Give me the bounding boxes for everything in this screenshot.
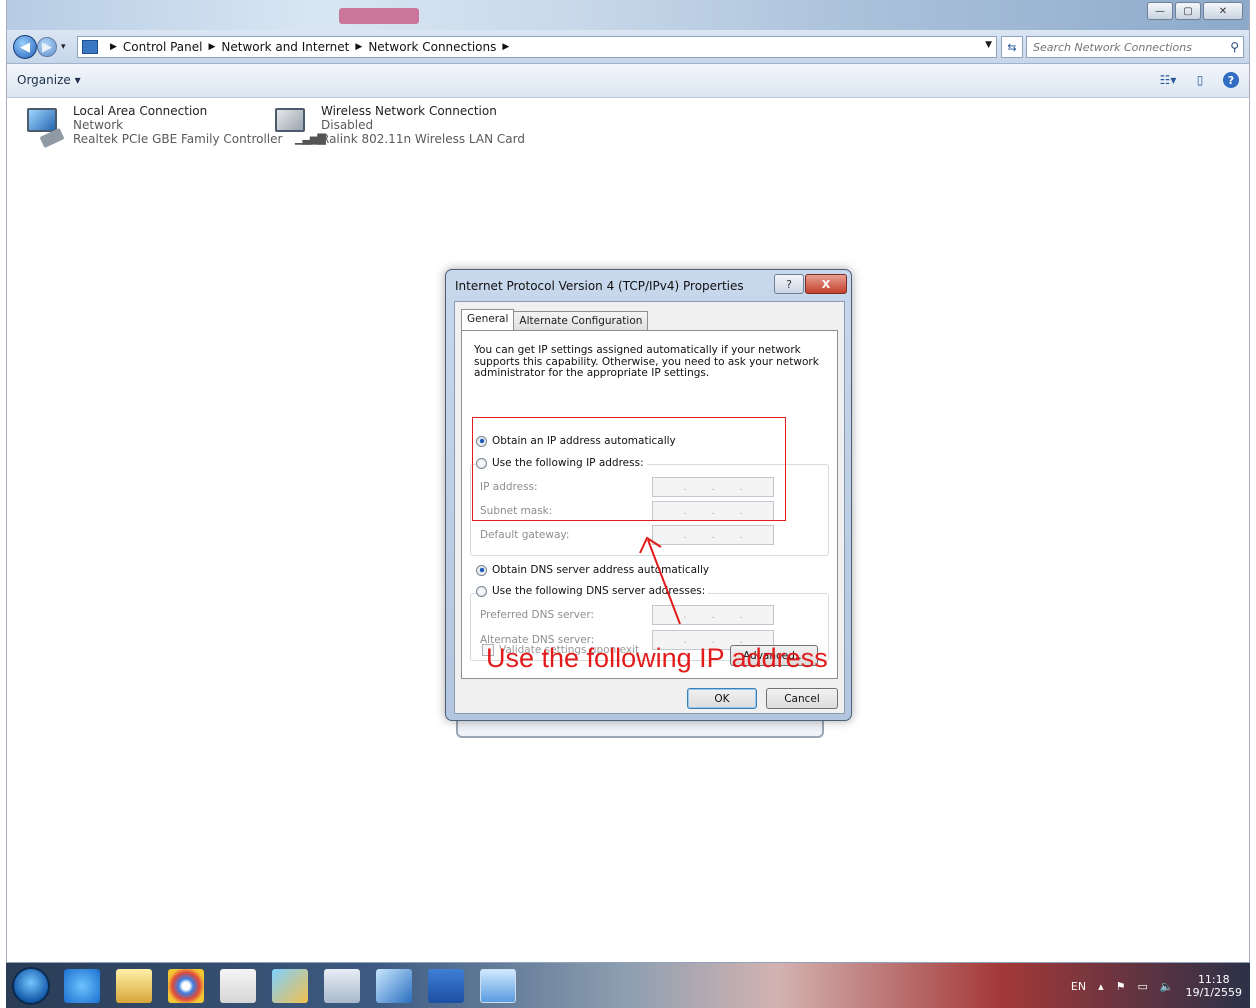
wireless-network-icon: ▁▃▅▇ xyxy=(271,104,326,148)
connection-adapter: Realtek PCIe GBE Family Controller xyxy=(73,132,283,146)
cancel-button[interactable]: Cancel xyxy=(766,688,838,709)
breadcrumb-arrow-icon[interactable]: ▶ xyxy=(502,42,509,52)
search-icon[interactable]: ⚲ xyxy=(1230,40,1239,54)
help-icon[interactable]: ? xyxy=(1223,72,1239,88)
default-gateway-label: Default gateway: xyxy=(480,529,570,541)
connection-local-area[interactable]: Local Area Connection Network Realtek PC… xyxy=(23,104,282,149)
maximize-button[interactable]: ▢ xyxy=(1175,2,1201,20)
control-panel-icon xyxy=(82,40,98,54)
address-bar[interactable]: ▶ Control Panel ▶ Network and Internet ▶… xyxy=(77,36,997,58)
connection-adapter: Ralink 802.11n Wireless LAN Card xyxy=(321,132,525,146)
preferred-dns-label: Preferred DNS server: xyxy=(480,609,595,621)
pdf-reader-icon[interactable] xyxy=(220,969,256,1003)
change-view-icon[interactable]: ☷▾ xyxy=(1159,71,1177,89)
radio-selected-icon xyxy=(476,564,487,576)
clock-time: 11:18 xyxy=(1197,973,1230,986)
blurred-title-tab xyxy=(339,8,419,24)
control-panel-taskbar-icon[interactable] xyxy=(480,969,516,1003)
network-tray-icon[interactable]: ⚑ xyxy=(1116,980,1126,993)
address-dropdown-icon[interactable]: ▼ xyxy=(985,40,992,50)
use-dns-label: Use the following DNS server addresses: xyxy=(492,585,706,597)
title-bar: — ▢ ✕ xyxy=(7,0,1249,30)
preview-pane-icon[interactable]: ▯ xyxy=(1191,71,1209,89)
connection-wireless[interactable]: ▁▃▅▇ Wireless Network Connection Disable… xyxy=(271,104,525,148)
dialog-help-button[interactable]: ? xyxy=(774,274,804,294)
tab-general[interactable]: General xyxy=(461,309,515,330)
obtain-dns-label: Obtain DNS server address automatically xyxy=(492,564,710,576)
tab-alternate-configuration[interactable]: Alternate Configuration xyxy=(513,311,649,330)
taskbar: EN ▴ ⚑ ▭ 🔈 11:18 19/1/2559 xyxy=(6,962,1250,1008)
wired-network-icon xyxy=(23,104,65,149)
word-icon[interactable] xyxy=(428,969,464,1003)
intro-text: You can get IP settings assigned automat… xyxy=(474,344,819,379)
file-explorer-icon[interactable] xyxy=(116,969,152,1003)
minimize-button[interactable]: — xyxy=(1147,2,1173,20)
connection-name: Local Area Connection xyxy=(73,104,208,118)
show-hidden-icons-icon[interactable]: ▴ xyxy=(1098,980,1104,993)
installer-icon[interactable] xyxy=(324,969,360,1003)
breadcrumb-network-internet[interactable]: Network and Internet xyxy=(221,40,349,54)
connection-status: Disabled xyxy=(321,118,374,132)
search-box[interactable]: ⚲ xyxy=(1026,36,1244,58)
language-indicator[interactable]: EN xyxy=(1071,980,1086,993)
breadcrumb-arrow-icon[interactable]: ▶ xyxy=(355,42,362,52)
breadcrumb: ▶ Control Panel ▶ Network and Internet ▶… xyxy=(104,40,515,54)
connection-status: Network xyxy=(73,118,124,132)
breadcrumb-arrow-icon[interactable]: ▶ xyxy=(110,42,117,52)
back-arrow-icon[interactable]: ◀ xyxy=(13,35,37,59)
address-row: ◀ ▶ ▾ ▶ Control Panel ▶ Network and Inte… xyxy=(7,30,1249,64)
radio-unselected-icon xyxy=(476,585,487,597)
default-gateway-input[interactable]: ... xyxy=(652,525,774,545)
command-bar: Organize ▾ ☷▾ ▯ ? xyxy=(7,64,1249,98)
refresh-icon[interactable]: ⇆ xyxy=(1001,36,1023,58)
window-controls: — ▢ ✕ xyxy=(1147,2,1243,20)
chrome-icon[interactable] xyxy=(168,969,204,1003)
paint-icon[interactable] xyxy=(272,969,308,1003)
tab-strip: General Alternate Configuration xyxy=(461,309,649,330)
annotation-label: Use the following IP address xyxy=(486,643,828,673)
use-dns-radio[interactable]: Use the following DNS server addresses: xyxy=(476,585,709,597)
clock[interactable]: 11:18 19/1/2559 xyxy=(1186,973,1242,999)
action-center-icon[interactable]: ▭ xyxy=(1137,980,1147,993)
start-orb-icon[interactable] xyxy=(12,967,50,1005)
breadcrumb-arrow-icon[interactable]: ▶ xyxy=(209,42,216,52)
dialog-title: Internet Protocol Version 4 (TCP/IPv4) P… xyxy=(455,279,744,293)
forward-arrow-icon[interactable]: ▶ xyxy=(37,37,57,57)
recent-pages-chevron-icon[interactable]: ▾ xyxy=(61,42,66,52)
network-tool-icon[interactable] xyxy=(376,969,412,1003)
annotation-highlight-box xyxy=(472,417,786,521)
system-tray: EN ▴ ⚑ ▭ 🔈 11:18 19/1/2559 xyxy=(1071,973,1242,999)
internet-explorer-icon[interactable] xyxy=(64,969,100,1003)
organize-menu[interactable]: Organize ▾ xyxy=(17,73,81,87)
preferred-dns-input[interactable]: ... xyxy=(652,605,774,625)
view-controls: ☷▾ ▯ ? xyxy=(1159,71,1239,89)
connection-details: Local Area Connection Network Realtek PC… xyxy=(73,104,282,148)
search-input[interactable] xyxy=(1027,37,1217,57)
ok-button[interactable]: OK xyxy=(687,688,757,709)
obtain-dns-radio[interactable]: Obtain DNS server address automatically xyxy=(476,564,713,576)
close-button[interactable]: ✕ xyxy=(1203,2,1243,20)
connection-name: Wireless Network Connection xyxy=(321,104,497,118)
connection-details: Wireless Network Connection Disabled Ral… xyxy=(321,104,525,148)
dialog-close-button[interactable]: X xyxy=(805,274,847,294)
volume-icon[interactable]: 🔈 xyxy=(1160,980,1174,993)
breadcrumb-network-connections[interactable]: Network Connections xyxy=(368,40,496,54)
clock-date: 19/1/2559 xyxy=(1185,986,1242,999)
breadcrumb-control-panel[interactable]: Control Panel xyxy=(123,40,203,54)
parent-dialog-edge xyxy=(456,720,824,738)
